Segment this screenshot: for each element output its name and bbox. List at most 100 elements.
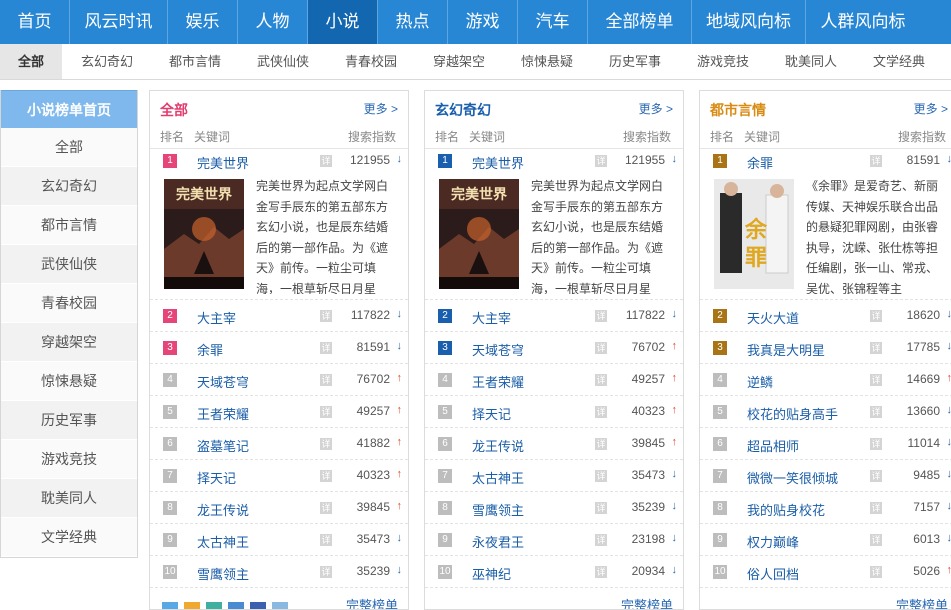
sidebar-item-urban[interactable]: 都市言情 [1, 206, 137, 245]
detail-icon[interactable]: 详 [320, 470, 332, 482]
keyword-link[interactable]: 永夜君王 [472, 532, 524, 551]
detail-icon[interactable]: 详 [870, 374, 882, 386]
ranking-row[interactable]: 5 择天记 详 40323 ↑ [425, 396, 683, 428]
subnav-history[interactable]: 历史军事 [604, 44, 666, 79]
keyword-link[interactable]: 我真是大明星 [747, 340, 825, 359]
detail-icon[interactable]: 详 [595, 374, 607, 386]
nav-hot[interactable]: 热点 [378, 0, 448, 44]
ranking-row[interactable]: 1 完美世界 详 121955 ↓ [150, 149, 408, 173]
keyword-link[interactable]: 校花的贴身高手 [747, 404, 838, 423]
book-cover-image[interactable]: 完美世界 [164, 179, 244, 289]
detail-icon[interactable]: 详 [595, 566, 607, 578]
ranking-row[interactable]: 10 俗人回档 详 5026 ↑ [700, 556, 951, 588]
detail-icon[interactable]: 详 [870, 155, 882, 167]
subnav-fanfic[interactable]: 耽美同人 [780, 44, 842, 79]
ranking-row[interactable]: 2 天火大道 详 18620 ↓ [700, 300, 951, 332]
full-list-link[interactable]: 完整榜单 [621, 595, 673, 609]
ranking-row[interactable]: 3 余罪 详 81591 ↓ [150, 332, 408, 364]
sidebar-item-fanfic[interactable]: 耽美同人 [1, 479, 137, 518]
keyword-link[interactable]: 择天记 [197, 468, 236, 487]
ranking-row[interactable]: 10 雪鹰领主 详 35239 ↓ [150, 556, 408, 588]
keyword-link[interactable]: 太古神王 [197, 532, 249, 551]
keyword-link[interactable]: 完美世界 [197, 153, 249, 172]
detail-icon[interactable]: 详 [320, 438, 332, 450]
ranking-row[interactable]: 2 大主宰 详 117822 ↓ [425, 300, 683, 332]
ranking-row[interactable]: 5 王者荣耀 详 49257 ↑ [150, 396, 408, 428]
detail-icon[interactable]: 详 [320, 406, 332, 418]
ranking-row[interactable]: 1 完美世界 详 121955 ↓ [425, 149, 683, 173]
nav-entertainment[interactable]: 娱乐 [168, 0, 238, 44]
detail-icon[interactable]: 详 [870, 438, 882, 450]
ranking-row[interactable]: 7 微微一笑很倾城 详 9485 ↓ [700, 460, 951, 492]
panel-title[interactable]: 全部 [160, 100, 188, 120]
keyword-link[interactable]: 盗墓笔记 [197, 436, 249, 455]
detail-icon[interactable]: 详 [870, 406, 882, 418]
ranking-row[interactable]: 8 我的贴身校花 详 7157 ↓ [700, 492, 951, 524]
keyword-link[interactable]: 王者荣耀 [197, 404, 249, 423]
full-list-link[interactable]: 完整榜单 [346, 595, 398, 609]
keyword-link[interactable]: 雪鹰领主 [472, 500, 524, 519]
nav-all-lists[interactable]: 全部榜单 [588, 0, 692, 44]
detail-icon[interactable]: 详 [595, 534, 607, 546]
keyword-link[interactable]: 天域苍穹 [472, 340, 524, 359]
full-list-link[interactable]: 完整榜单 [896, 595, 948, 609]
detail-icon[interactable]: 详 [870, 534, 882, 546]
share-qzone-icon[interactable] [162, 602, 178, 609]
detail-icon[interactable]: 详 [595, 342, 607, 354]
keyword-link[interactable]: 俗人回档 [747, 564, 799, 583]
ranking-row[interactable]: 7 择天记 详 40323 ↑ [150, 460, 408, 492]
detail-icon[interactable]: 详 [320, 534, 332, 546]
ranking-row[interactable]: 2 大主宰 详 117822 ↓ [150, 300, 408, 332]
keyword-link[interactable]: 大主宰 [197, 308, 236, 327]
ranking-row[interactable]: 9 太古神王 详 35473 ↓ [150, 524, 408, 556]
sidebar-item-wuxia[interactable]: 武侠仙侠 [1, 245, 137, 284]
keyword-link[interactable]: 龙王传说 [197, 500, 249, 519]
ranking-row[interactable]: 8 雪鹰领主 详 35239 ↓ [425, 492, 683, 524]
keyword-link[interactable]: 太古神王 [472, 468, 524, 487]
keyword-link[interactable]: 巫神纪 [472, 564, 511, 583]
keyword-link[interactable]: 微微一笑很倾城 [747, 468, 838, 487]
detail-icon[interactable]: 详 [595, 155, 607, 167]
detail-icon[interactable]: 详 [320, 502, 332, 514]
detail-icon[interactable]: 详 [870, 566, 882, 578]
subnav-urban[interactable]: 都市言情 [164, 44, 226, 79]
subnav-thriller[interactable]: 惊悚悬疑 [516, 44, 578, 79]
sidebar-title[interactable]: 小说榜单首页 [1, 90, 137, 128]
more-link[interactable]: 更多 > [364, 100, 398, 117]
detail-icon[interactable]: 详 [595, 310, 607, 322]
drama-poster-image[interactable]: 余 罪 [714, 179, 794, 289]
ranking-row[interactable]: 7 太古神王 详 35473 ↓ [425, 460, 683, 492]
sidebar-item-all[interactable]: 全部 [1, 128, 137, 167]
ranking-row[interactable]: 4 王者荣耀 详 49257 ↑ [425, 364, 683, 396]
keyword-link[interactable]: 超品相师 [747, 436, 799, 455]
keyword-link[interactable]: 龙王传说 [472, 436, 524, 455]
keyword-link[interactable]: 天火大道 [747, 308, 799, 327]
detail-icon[interactable]: 详 [870, 310, 882, 322]
nav-cars[interactable]: 汽车 [518, 0, 588, 44]
detail-icon[interactable]: 详 [320, 342, 332, 354]
detail-icon[interactable]: 详 [870, 502, 882, 514]
sidebar-item-gaming[interactable]: 游戏竞技 [1, 440, 137, 479]
sidebar-item-fantasy[interactable]: 玄幻奇幻 [1, 167, 137, 206]
ranking-row[interactable]: 6 龙王传说 详 39845 ↑ [425, 428, 683, 460]
detail-icon[interactable]: 详 [870, 342, 882, 354]
ranking-row[interactable]: 1 余罪 详 81591 ↓ [700, 149, 951, 173]
ranking-row[interactable]: 6 超品相师 详 11014 ↓ [700, 428, 951, 460]
keyword-link[interactable]: 王者荣耀 [472, 372, 524, 391]
ranking-row[interactable]: 4 天域苍穹 详 76702 ↑ [150, 364, 408, 396]
keyword-link[interactable]: 余罪 [197, 340, 223, 359]
keyword-link[interactable]: 逆鳞 [747, 372, 773, 391]
share-tencent-icon[interactable] [228, 602, 244, 609]
detail-icon[interactable]: 详 [595, 502, 607, 514]
keyword-link[interactable]: 完美世界 [472, 153, 524, 172]
share-renren-icon[interactable] [206, 602, 222, 609]
keyword-link[interactable]: 我的贴身校花 [747, 500, 825, 519]
subnav-classics[interactable]: 文学经典 [868, 44, 930, 79]
subnav-campus[interactable]: 青春校园 [340, 44, 402, 79]
sidebar-item-classics[interactable]: 文学经典 [1, 518, 137, 557]
subnav-fantasy[interactable]: 玄幻奇幻 [76, 44, 138, 79]
ranking-row[interactable]: 9 权力巅峰 详 6013 ↓ [700, 524, 951, 556]
ranking-row[interactable]: 8 龙王传说 详 39845 ↑ [150, 492, 408, 524]
sidebar-item-campus[interactable]: 青春校园 [1, 284, 137, 323]
more-link[interactable]: 更多 > [639, 100, 673, 117]
